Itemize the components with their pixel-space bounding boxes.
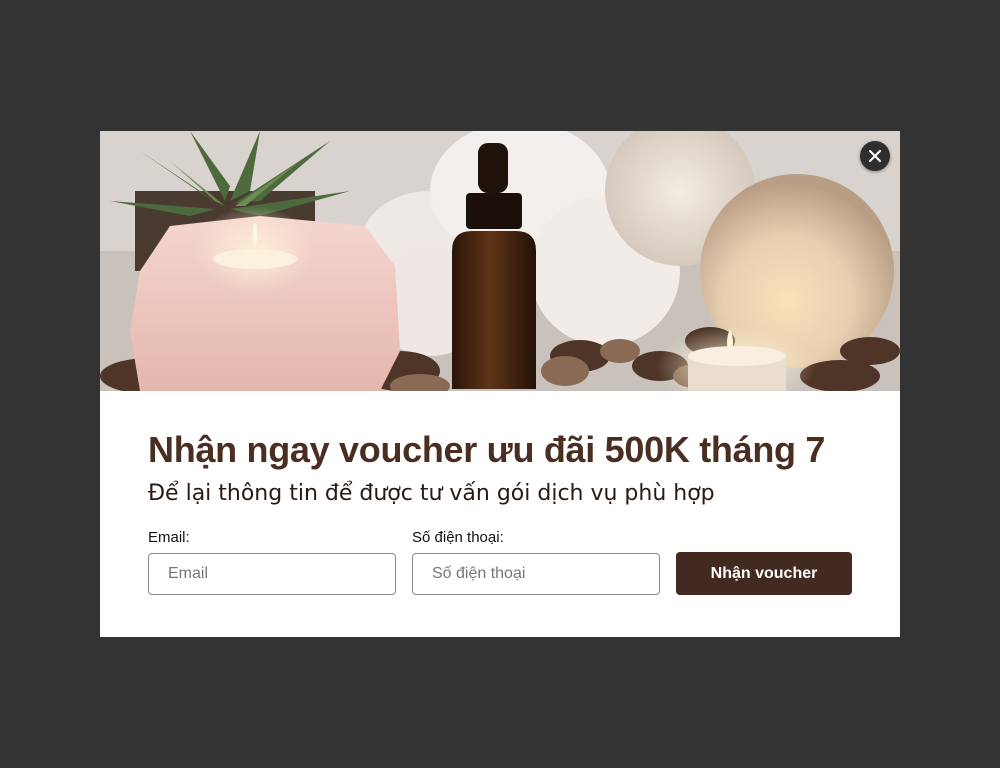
popup-title: Nhận ngay voucher ưu đãi 500K tháng 7 <box>148 429 826 470</box>
phone-field-group: Số điện thoại: <box>412 529 660 595</box>
email-field[interactable] <box>148 553 396 595</box>
close-icon <box>869 150 881 162</box>
close-button[interactable] <box>860 141 890 171</box>
voucher-popup: Nhận ngay voucher ưu đãi 500K tháng 7 Để… <box>100 131 900 637</box>
popup-content: Nhận ngay voucher ưu đãi 500K tháng 7 Để… <box>100 391 900 595</box>
phone-field[interactable] <box>412 553 660 595</box>
spa-candles-photo <box>100 131 900 391</box>
email-field-group: Email: <box>148 529 396 595</box>
voucher-form: Email: Số điện thoại: Nhận voucher <box>148 529 852 595</box>
email-label: Email: <box>148 529 190 546</box>
phone-label: Số điện thoại: <box>412 529 504 546</box>
hero-image <box>100 131 900 391</box>
modal-backdrop[interactable]: Nhận ngay voucher ưu đãi 500K tháng 7 Để… <box>0 0 1000 768</box>
popup-subtitle: Để lại thông tin để được tư vấn gói dịch… <box>148 481 715 506</box>
get-voucher-button[interactable]: Nhận voucher <box>676 552 852 595</box>
